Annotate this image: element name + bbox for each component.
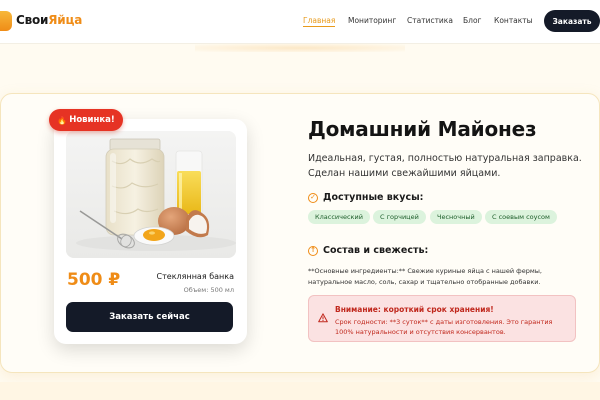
nav-link-contacts[interactable]: Контакты: [494, 16, 533, 25]
flavors-heading-label: Доступные вкусы:: [323, 192, 424, 203]
arrow-up-circle-icon: ↑: [308, 245, 318, 256]
product-description: Идеальная, густая, полностью натуральная…: [308, 153, 582, 179]
flavor-tag-classic[interactable]: Классический: [308, 210, 370, 224]
warning-text: Срок годности: **3 суток** с даты изгото…: [335, 318, 553, 336]
flavor-tag-soy-sauce[interactable]: С соевым соусом: [485, 210, 557, 224]
flavor-tag-garlic[interactable]: Чесночный: [430, 210, 482, 224]
fire-icon: 🔥: [57, 115, 68, 125]
shelf-life-warning: Внимание: короткий срок хранения! Срок г…: [308, 295, 576, 342]
nav-link-statistics[interactable]: Статистика: [407, 16, 453, 25]
nav-link-home[interactable]: Главная: [303, 16, 336, 27]
product-photo: [66, 131, 236, 258]
order-button[interactable]: Заказать: [544, 10, 600, 32]
composition-heading: ↑ Состав и свежесть:: [308, 245, 428, 256]
nav-link-monitoring[interactable]: Мониторинг: [348, 16, 396, 25]
composition-heading-label: Состав и свежесть:: [323, 245, 429, 256]
badge-label: Новинка!: [69, 115, 115, 125]
new-badge: 🔥 Новинка!: [49, 109, 123, 131]
decorative-glow: [195, 44, 405, 52]
buy-now-button[interactable]: Заказать сейчас: [66, 302, 233, 332]
flavors-heading: ✓ Доступные вкусы:: [308, 192, 423, 203]
ingredients-text: **Основные ингредиенты:** Свежие куриные…: [308, 267, 542, 286]
product-price: 500 ₽: [67, 270, 121, 290]
next-section-edge: [0, 382, 600, 400]
warning-title: Внимание: короткий срок хранения!: [335, 305, 494, 314]
main-nav: Главная Мониторинг Статистика Блог Конта…: [0, 16, 600, 28]
nav-link-blog[interactable]: Блог: [463, 16, 481, 25]
product-volume: Объем: 500 мл: [183, 286, 234, 294]
product-packaging: Стеклянная банка: [156, 272, 234, 281]
check-circle-icon: ✓: [308, 192, 318, 203]
warning-icon: [318, 313, 328, 323]
flavor-tag-mustard[interactable]: С горчицей: [373, 210, 426, 224]
product-title: Домашний Майонез: [308, 117, 537, 141]
site-header: СвоиЯйца Главная Мониторинг Статистика Б…: [0, 0, 600, 44]
